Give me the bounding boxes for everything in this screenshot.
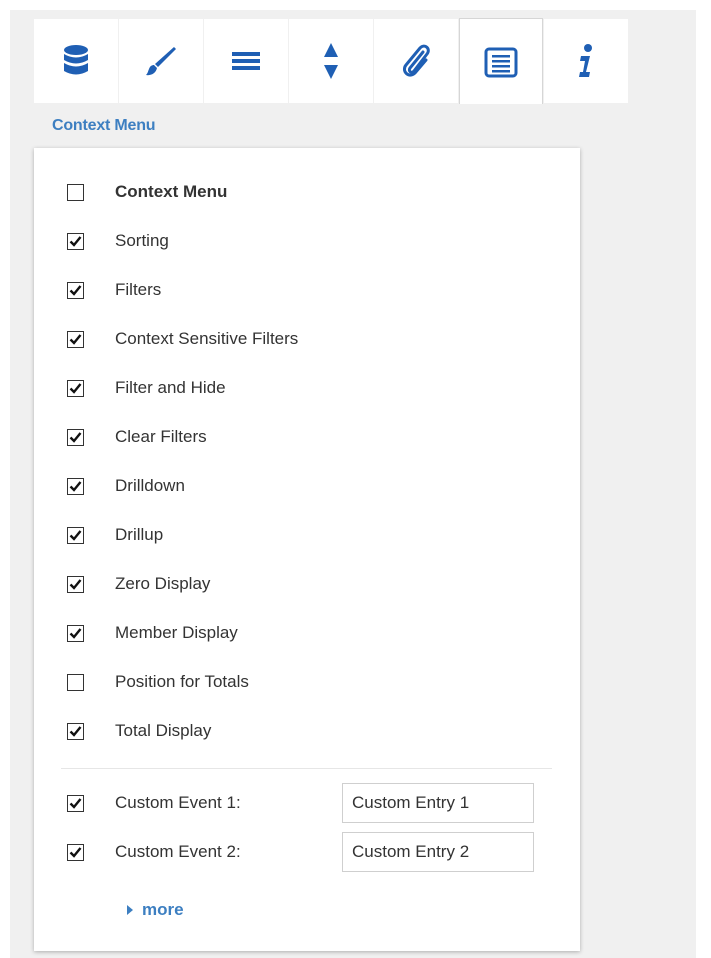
custom-entry-input[interactable] <box>342 832 534 872</box>
tab-context-menu[interactable] <box>459 18 543 104</box>
database-icon <box>64 45 88 75</box>
option-label: Clear Filters <box>115 427 207 446</box>
sort-arrows-icon <box>324 43 338 79</box>
checkmark-icon <box>69 235 82 247</box>
option-row: Filter and Hide <box>34 373 554 403</box>
tab-layout[interactable] <box>204 19 288 103</box>
checkmark-icon <box>69 578 82 590</box>
tab-styling[interactable] <box>119 19 203 103</box>
option-label: Filter and Hide <box>115 378 226 397</box>
checkbox[interactable] <box>67 428 84 446</box>
more-toggle[interactable]: more <box>127 900 184 920</box>
option-row: Filters <box>34 275 554 305</box>
checkmark-icon <box>69 382 82 394</box>
option-label: Custom Event 2: <box>115 842 241 861</box>
option-label: Sorting <box>115 231 169 250</box>
checkbox[interactable] <box>67 575 84 593</box>
checkbox[interactable] <box>67 379 84 397</box>
custom-entry-input[interactable] <box>342 783 534 823</box>
more-label: more <box>142 900 184 919</box>
checkbox[interactable] <box>67 477 84 495</box>
checkbox[interactable] <box>67 673 84 691</box>
checkmark-icon <box>69 333 82 345</box>
option-row: Drillup <box>34 520 554 550</box>
expand-triangle-icon <box>127 905 133 915</box>
option-row: Total Display <box>34 716 554 746</box>
option-label: Zero Display <box>115 574 211 593</box>
checkmark-icon <box>69 846 82 858</box>
checkmark-icon <box>69 284 82 296</box>
divider <box>61 768 552 769</box>
option-row: Zero Display <box>34 569 554 599</box>
option-row: Clear Filters <box>34 422 554 452</box>
option-label: Position for Totals <box>115 672 249 691</box>
option-label: Total Display <box>115 721 212 740</box>
tab-data[interactable] <box>34 19 118 103</box>
checkmark-icon <box>69 431 82 443</box>
checkbox[interactable] <box>67 183 84 201</box>
checkmark-icon <box>69 725 82 737</box>
menu-lines-icon <box>232 52 260 70</box>
checkbox[interactable] <box>67 232 84 250</box>
checkbox[interactable] <box>67 281 84 299</box>
checkbox[interactable] <box>67 722 84 740</box>
checkmark-icon <box>69 797 82 809</box>
option-label: Drilldown <box>115 476 185 495</box>
checkbox[interactable] <box>67 624 84 642</box>
option-label: Drillup <box>115 525 164 544</box>
checkbox[interactable] <box>67 526 84 544</box>
option-row: Sorting <box>34 226 554 256</box>
tab-info[interactable] <box>544 19 628 103</box>
option-label: Filters <box>115 280 162 299</box>
option-row: Member Display <box>34 618 554 648</box>
paperclip-icon <box>402 44 430 77</box>
info-icon <box>579 44 592 77</box>
custom-event-row: Custom Event 1: <box>34 783 554 823</box>
checkbox[interactable] <box>67 843 84 861</box>
option-label: Context Sensitive Filters <box>115 329 299 348</box>
option-label: Context Menu <box>115 182 228 201</box>
option-row: Position for Totals <box>34 667 554 697</box>
checkbox[interactable] <box>67 330 84 348</box>
option-row: Drilldown <box>34 471 554 501</box>
option-label: Member Display <box>115 623 238 642</box>
list-icon <box>484 47 518 77</box>
section-title: Context Menu <box>52 117 156 134</box>
checkbox[interactable] <box>67 794 84 812</box>
brush-icon <box>146 47 176 76</box>
context-menu-settings-card: Context Menu Sorting Filters Context Sensit… <box>34 148 580 951</box>
option-label: Custom Event 1: <box>115 793 241 812</box>
checkmark-icon <box>69 480 82 492</box>
option-row: Context Menu <box>34 177 554 207</box>
tab-sorting[interactable] <box>289 19 373 103</box>
toolbar-tabs <box>34 18 629 104</box>
checkmark-icon <box>69 529 82 541</box>
tab-attachments[interactable] <box>374 19 458 103</box>
custom-event-row: Custom Event 2: <box>34 832 554 872</box>
checkmark-icon <box>69 627 82 639</box>
option-row: Context Sensitive Filters <box>34 324 554 354</box>
